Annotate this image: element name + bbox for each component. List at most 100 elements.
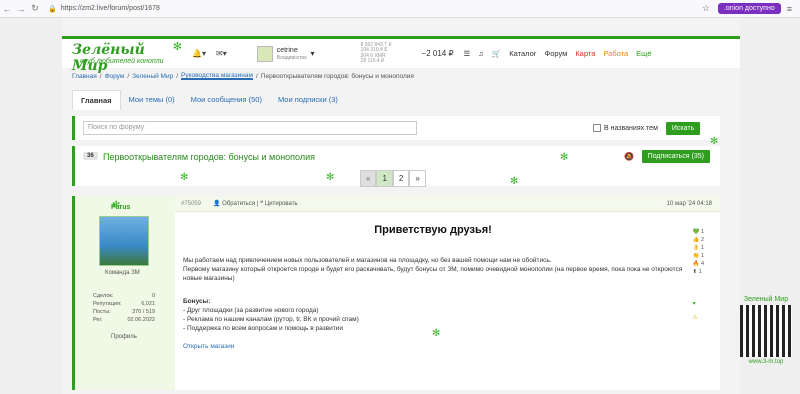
- reaction-count: 1: [698, 269, 702, 275]
- cart-icon[interactable]: 🛒: [492, 49, 501, 58]
- link-catalog[interactable]: Каталог: [509, 49, 536, 58]
- stat-value: 6,021: [141, 301, 155, 307]
- qr-block: Зеленый Мир www.3-m.top: [740, 296, 792, 365]
- crumb-shop-guides[interactable]: Руководства магазинам: [181, 72, 253, 80]
- site-logo[interactable]: Зелёный Мир клуб любителей конопли ✻: [72, 40, 182, 74]
- link-forum[interactable]: Форум: [545, 49, 568, 58]
- author-avatar[interactable]: [99, 216, 149, 266]
- subscribe-button[interactable]: Подписаться (35): [641, 150, 710, 163]
- leaf-icon: ✻: [172, 40, 182, 53]
- music-icon[interactable]: ♫: [478, 49, 484, 58]
- back-icon[interactable]: ←: [0, 4, 14, 14]
- topic-count-badge: 36: [83, 152, 98, 160]
- stat-value: 370 / 519: [132, 309, 155, 315]
- leaf-icon: ✻: [326, 172, 335, 183]
- post-number[interactable]: #75059: [181, 201, 201, 207]
- page-2[interactable]: 2: [392, 170, 410, 187]
- leaf-icon: ✻: [112, 200, 121, 211]
- rates: 8 562 843.7 ₽ 104 310.4 $ 304.6 XMR 28 1…: [361, 42, 392, 65]
- titles-checkbox-label: В названиях тем: [604, 124, 658, 132]
- user-menu[interactable]: cetrine Владивосток ▾: [256, 45, 315, 62]
- site-header: Зелёный Мир клуб любителей конопли ✻ 🔔▾ …: [62, 36, 740, 74]
- stat-value: 0: [151, 293, 155, 299]
- post-toolbar: #75059 👤 Обратиться | ❝ Цитировать 10 ма…: [175, 196, 720, 212]
- link-work[interactable]: Работа: [603, 49, 628, 58]
- stat-label: Репутация:: [93, 301, 122, 307]
- reload-icon[interactable]: ↻: [28, 3, 42, 14]
- breadcrumb: Главная / Форум / Зеленый Мир / Руководства…: [72, 72, 414, 80]
- reaction-count: 1: [700, 253, 704, 259]
- left-margin: [0, 18, 62, 394]
- leaf-icon: ✻: [180, 172, 189, 183]
- link-map[interactable]: Карта: [575, 49, 595, 58]
- reaction-count: 1: [700, 229, 704, 235]
- post-paragraph-1: Мы работаем над привлечением новых польз…: [183, 257, 552, 264]
- address-bar[interactable]: 🔒 https://zm2.live/forum/post/1678: [48, 5, 702, 13]
- post-date: 10 мар '24 04:18: [666, 200, 712, 207]
- search-input[interactable]: Поиск по форуму: [83, 121, 417, 135]
- reaction-clap[interactable]: 👏 1: [693, 252, 704, 260]
- tab-my-messages[interactable]: Мои сообщения (50): [183, 90, 270, 110]
- qr-url: www.3-m.top: [748, 359, 784, 365]
- page-1[interactable]: 1: [376, 170, 393, 187]
- profile-link[interactable]: Профиль: [111, 334, 137, 340]
- crumb-current: Первооткрывателям городов: бонусы и моно…: [260, 72, 414, 80]
- reaction-thumb[interactable]: 👍 2: [693, 236, 704, 244]
- menu-icon[interactable]: ≡: [787, 4, 792, 14]
- like-icon[interactable]: ♥: [693, 300, 704, 308]
- reaction-heart[interactable]: 💚 1: [693, 228, 704, 236]
- bonus-title: Бонусы:: [183, 298, 211, 305]
- post-paragraph-2: Первому магазину который откроется город…: [183, 266, 683, 282]
- crumb-forum[interactable]: Форум: [105, 73, 125, 80]
- user-city: Владивосток: [276, 54, 307, 61]
- reply-label: Обратиться: [222, 201, 256, 207]
- crumb-home[interactable]: Главная: [72, 73, 97, 80]
- stat-label: Рег.: [93, 317, 103, 323]
- page-prev[interactable]: «: [360, 170, 377, 187]
- topic-title: Первооткрывателям городов: бонусы и моно…: [103, 152, 316, 162]
- qr-title: Зеленый Мир: [743, 296, 789, 303]
- tab-main[interactable]: Главная: [72, 90, 121, 110]
- bell-off-icon[interactable]: 🔕: [624, 152, 634, 161]
- leaf-icon: ✻: [510, 176, 519, 187]
- reaction-up[interactable]: ⬆ 1: [693, 268, 704, 276]
- titles-checkbox[interactable]: [593, 124, 601, 132]
- chevron-down-icon: ▾: [310, 49, 315, 58]
- bonus-2: - Реклама по нашим каналам (рутор, tг, В…: [183, 316, 359, 323]
- open-shop-link[interactable]: Открыть магазин: [183, 343, 683, 350]
- reaction-ok[interactable]: 👌 1: [693, 244, 704, 252]
- mail-icon[interactable]: ✉▾: [216, 49, 227, 58]
- onion-button[interactable]: .onion доступно: [717, 3, 781, 14]
- user-name: cetrine: [276, 46, 298, 54]
- author-stats: Сделок: 0 Репутация: 6,021 Посты: 370 / 519…: [93, 292, 155, 324]
- tab-my-topics[interactable]: Мои темы (0): [121, 90, 183, 110]
- leaf-icon: ✻: [560, 152, 569, 163]
- reaction-count: 4: [700, 261, 704, 267]
- warning-icon[interactable]: ⚠: [693, 314, 704, 322]
- forum-post: Parus Команда ЗМ Сделок: 0 Репутация: 6,02…: [72, 196, 720, 390]
- reply-button[interactable]: 👤 Обратиться | ❝ Цитировать: [213, 200, 298, 207]
- link-more[interactable]: Ещё: [636, 49, 651, 58]
- pagination: « 1 2 »: [360, 170, 426, 187]
- list-icon[interactable]: ☰: [464, 49, 471, 58]
- lock-icon: 🔒: [48, 5, 57, 13]
- star-icon[interactable]: ☆: [702, 3, 710, 14]
- tab-my-subscriptions[interactable]: Мои подписки (3): [270, 90, 346, 110]
- forum-search: Поиск по форуму В названиях тем Искать: [72, 116, 720, 140]
- forward-icon[interactable]: →: [14, 4, 28, 14]
- bell-icon[interactable]: 🔔▾: [192, 49, 206, 58]
- author-team: Команда ЗМ: [105, 270, 140, 276]
- browser-bar: ← → ↻ 🔒 https://zm2.live/forum/post/1678 …: [0, 0, 800, 18]
- leaf-icon: ✻: [432, 328, 441, 339]
- post-author: Parus Команда ЗМ Сделок: 0 Репутация: 6,02…: [75, 196, 175, 390]
- reaction-fire[interactable]: 🔥 4: [693, 260, 704, 268]
- stat-label: Посты:: [93, 309, 111, 315]
- bonus-1: - Друг площадки (за развитие нового горо…: [183, 307, 319, 314]
- crumb-green-world[interactable]: Зеленый Мир: [132, 73, 173, 80]
- reaction-count: 1: [700, 245, 704, 251]
- search-button[interactable]: Искать: [665, 121, 701, 135]
- balance[interactable]: −2 014 ₽: [422, 49, 454, 58]
- stat-value: 02.06.2022: [127, 317, 155, 323]
- page-next[interactable]: »: [409, 170, 426, 187]
- forum-tabs: Главная Мои темы (0) Мои сообщения (50) …: [72, 90, 346, 110]
